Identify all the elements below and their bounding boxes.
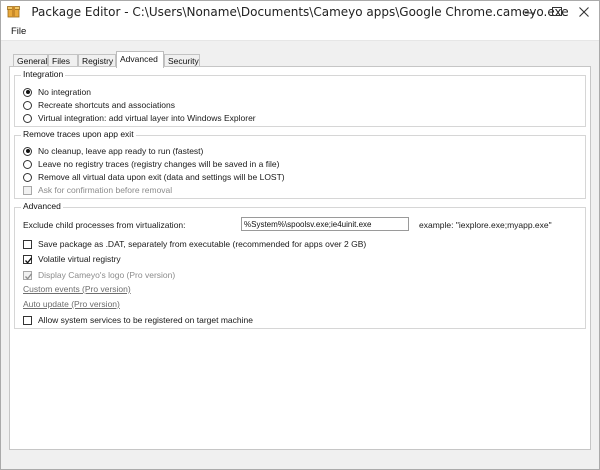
remove-traces-group: Remove traces upon app exit No cleanup, … [14,129,586,199]
auto-update-link[interactable]: Auto update (Pro version) [23,299,120,309]
volatile-registry-checkbox[interactable] [23,254,33,264]
display-logo-label: Display Cameyo's logo (Pro version) [38,270,176,280]
remove-all-data-radio[interactable] [23,172,32,182]
no-integration-label: No integration [38,87,91,97]
no-registry-traces-label: Leave no registry traces (registry chang… [38,159,280,169]
remove-traces-group-title: Remove traces upon app exit [21,129,136,139]
recreate-shortcuts-option[interactable]: Recreate shortcuts and associations [23,99,175,111]
recreate-shortcuts-label: Recreate shortcuts and associations [38,100,176,110]
no-integration-radio[interactable] [23,87,32,97]
virtual-integration-option[interactable]: Virtual integration: add virtual layer i… [23,112,256,124]
recreate-shortcuts-radio[interactable] [23,100,32,110]
ask-confirmation-option: Ask for confirmation before removal [23,184,172,196]
custom-events-link[interactable]: Custom events (Pro version) [23,284,131,294]
minimize-button[interactable] [517,1,543,21]
save-dat-label: Save package as .DAT, separately from ex… [38,239,367,249]
remove-all-data-label: Remove all virtual data upon exit (data … [38,172,285,182]
package-editor-window: Package Editor - C:\Users\Noname\Documen… [0,0,600,470]
title-bar: Package Editor - C:\Users\Noname\Documen… [1,1,599,23]
integration-group: Integration No integration Recreate shor… [14,69,586,127]
ask-confirmation-label: Ask for confirmation before removal [38,185,173,195]
close-button[interactable] [571,1,597,21]
system-services-checkbox[interactable] [23,315,32,325]
volatile-registry-label: Volatile virtual registry [38,254,121,264]
volatile-registry-option[interactable]: Volatile virtual registry [23,253,121,265]
remove-all-data-option[interactable]: Remove all virtual data upon exit (data … [23,171,285,183]
integration-group-title: Integration [21,69,66,79]
virtual-integration-label: Virtual integration: add virtual layer i… [38,113,256,123]
display-logo-option: Display Cameyo's logo (Pro version) [23,269,175,281]
virtual-integration-radio[interactable] [23,113,32,123]
no-registry-traces-radio[interactable] [23,159,32,169]
no-integration-option[interactable]: No integration [23,86,91,98]
no-cleanup-radio[interactable] [23,146,32,156]
exclude-processes-label: Exclude child processes from virtualizat… [23,220,186,230]
exclude-processes-row: Exclude child processes from virtualizat… [23,219,186,231]
advanced-group-title: Advanced [21,201,63,211]
exclude-example-text: example: "iexplore.exe;myapp.exe" [419,220,552,230]
maximize-button[interactable] [544,1,570,21]
display-logo-checkbox [23,270,33,280]
tab-strip: General Files Registry Advanced Security [1,41,599,68]
menu-file[interactable]: File [11,26,26,37]
ask-confirmation-checkbox [23,185,32,195]
advanced-group: Advanced Exclude child processes from vi… [14,201,586,329]
system-services-option[interactable]: Allow system services to be registered o… [23,314,253,326]
no-cleanup-label: No cleanup, leave app ready to run (fast… [38,146,204,156]
system-services-label: Allow system services to be registered o… [38,315,253,325]
save-dat-option[interactable]: Save package as .DAT, separately from ex… [23,238,366,250]
menu-bar: File [1,23,599,41]
window-title: Package Editor - C:\Users\Noname\Documen… [31,5,569,19]
no-registry-traces-option[interactable]: Leave no registry traces (registry chang… [23,158,279,170]
tab-advanced[interactable]: Advanced [116,51,164,68]
no-cleanup-option[interactable]: No cleanup, leave app ready to run (fast… [23,145,203,157]
advanced-tab-panel: Integration No integration Recreate shor… [9,66,591,450]
save-dat-checkbox[interactable] [23,239,32,249]
exclude-processes-input[interactable] [241,217,409,231]
